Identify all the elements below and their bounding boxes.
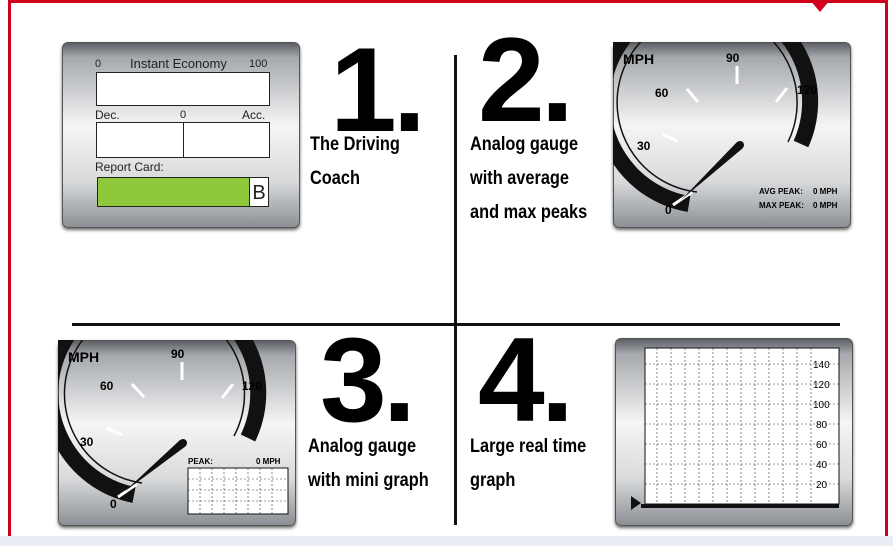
bottom-band <box>0 536 893 546</box>
y-tick-label: 100 <box>813 400 830 411</box>
tick-label: 30 <box>80 435 94 449</box>
y-tick-label: 20 <box>816 480 828 491</box>
y-tick-label: 120 <box>813 380 830 391</box>
center-zero-label: 0 <box>180 109 187 121</box>
play-marker-icon <box>631 496 641 510</box>
peak-value: 0 MPH <box>256 457 281 466</box>
economy-label: Instant Economy <box>130 56 227 71</box>
caption-1-line: The Driving <box>310 134 400 155</box>
mini-graph <box>187 467 289 515</box>
caption-3-line: with mini graph <box>308 470 429 491</box>
caption-4: Large real time graph <box>470 430 586 498</box>
tick-label: 120 <box>797 83 817 97</box>
economy-max-label: 100 <box>249 58 268 70</box>
tick-label: 120 <box>242 379 262 393</box>
number-3: 3. <box>320 313 416 447</box>
caption-2-line: with average <box>470 168 569 189</box>
max-peak-value: 0 MPH <box>813 201 838 210</box>
caption-4-line: Large real time <box>470 436 587 457</box>
gauge-needle <box>124 440 186 492</box>
dec-label: Dec. <box>95 108 120 122</box>
economy-min-label: 0 <box>95 58 102 70</box>
max-peak-label: MAX PEAK: <box>759 201 804 210</box>
y-tick-label: 60 <box>816 440 828 451</box>
caption-4-line: graph <box>470 470 516 491</box>
tick-label: 0 <box>665 203 672 217</box>
report-card-label: Report Card: <box>95 160 164 174</box>
vertical-divider <box>454 55 457 525</box>
avg-peak-value: 0 MPH <box>813 187 838 196</box>
grade-letter: B <box>249 177 269 207</box>
tick-label: 0 <box>110 497 117 511</box>
number-4: 4. <box>478 313 574 447</box>
tick-mark <box>774 87 789 103</box>
y-tick-label: 140 <box>813 360 830 371</box>
needle-tip <box>736 141 744 149</box>
graph-area <box>644 347 840 505</box>
gauge-mini-graph: MPH 0 30 60 90 120 PEAK: 0 MPH <box>58 340 289 515</box>
tick-label: 30 <box>637 139 651 153</box>
tick-mark <box>661 132 678 143</box>
report-card-bar <box>97 177 269 207</box>
caption-1-line: Coach <box>310 168 360 189</box>
tick-label: 90 <box>171 347 185 361</box>
horizontal-divider <box>72 323 840 326</box>
tick-mark <box>106 426 123 437</box>
tick-label: 90 <box>726 51 740 65</box>
tick-label: 60 <box>100 379 114 393</box>
real-time-graph: 140 120 100 80 60 40 20 <box>631 347 840 510</box>
tick-mark <box>220 383 235 399</box>
y-tick-label: 80 <box>816 420 828 431</box>
caption-1: The Driving Coach <box>310 128 400 196</box>
caption-3: Analog gauge with mini graph <box>308 430 429 498</box>
caption-2: Analog gauge with average and max peaks <box>470 128 587 230</box>
caption-3-line: Analog gauge <box>308 436 417 457</box>
tick-mark <box>130 382 146 399</box>
tick-mark <box>685 88 700 103</box>
caption-2-line: Analog gauge <box>470 134 579 155</box>
needle-tip <box>179 439 187 447</box>
gauge-peaks: MPH 0 30 60 90 120 AVG PEAK: 0 MPH MAX P… <box>613 42 838 217</box>
acc-label: Acc. <box>242 108 266 122</box>
y-tick-label: 40 <box>816 460 828 471</box>
dec-acc-divider <box>183 122 184 158</box>
caption-2-line: and max peaks <box>470 202 588 223</box>
number-2: 2. <box>478 13 574 147</box>
economy-bar <box>96 72 270 106</box>
avg-peak-label: AVG PEAK: <box>759 187 803 196</box>
gauge-needle <box>681 142 743 200</box>
peak-label: PEAK: <box>188 457 213 466</box>
corner-arrow-icon <box>810 0 830 12</box>
tick-label: 60 <box>655 86 669 100</box>
